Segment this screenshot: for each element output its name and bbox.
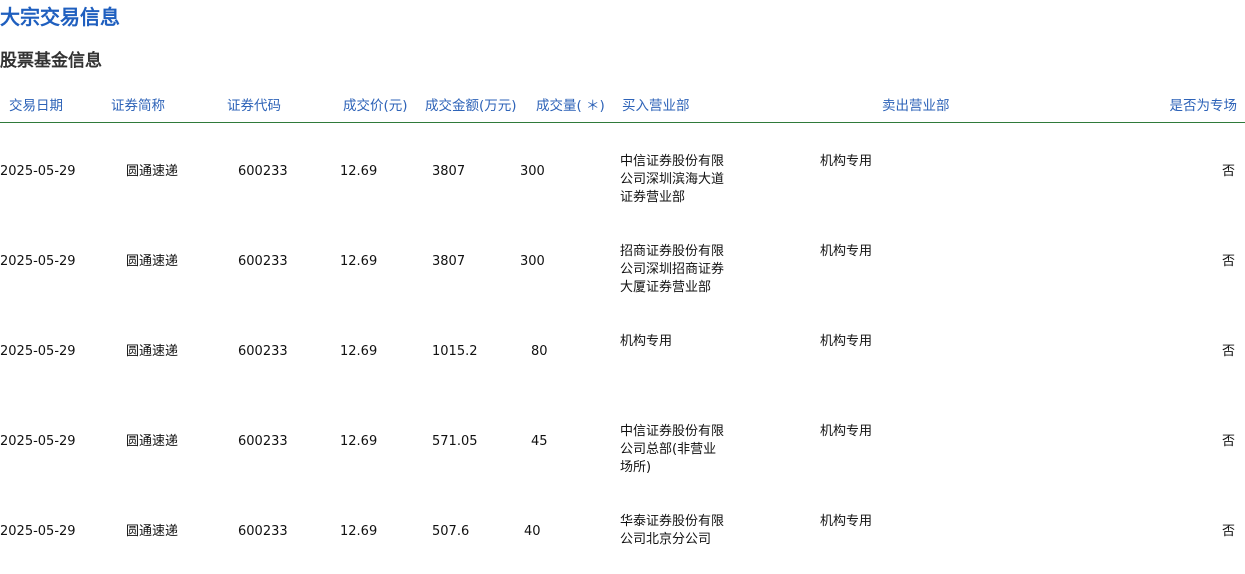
table-row: 2025-05-29 圆通速递 600233 12.69 507.6 40 华泰… xyxy=(0,492,1245,574)
cell-amount: 571.05 xyxy=(432,434,478,449)
header-volume[interactable]: 成交量( ＊) xyxy=(536,96,605,116)
cell-buyer: 招商证券股份有限公司深圳招商证券大厦证券营业部 xyxy=(620,244,725,295)
table-row: 2025-05-29 圆通速递 600233 12.69 3807 300 招商… xyxy=(0,222,1245,312)
cell-seller: 机构专用 xyxy=(820,424,873,439)
cell-special-session: 否 xyxy=(1221,164,1235,179)
cell-amount: 3807 xyxy=(432,164,466,179)
cell-security-name[interactable]: 圆通速递 xyxy=(126,523,178,541)
cell-price: 12.69 xyxy=(340,164,378,179)
cell-security-name[interactable]: 圆通速递 xyxy=(126,163,178,181)
cell-seller: 机构专用 xyxy=(820,244,873,259)
block-trade-page: 大宗交易信息 股票基金信息 交易日期 证券简称 证券代码 成交价(元) 成交金额… xyxy=(0,0,1245,574)
header-price[interactable]: 成交价(元) xyxy=(343,96,408,116)
cell-seller: 机构专用 xyxy=(820,514,873,529)
cell-security-code[interactable]: 600233 xyxy=(238,163,288,181)
section-title: 股票基金信息 xyxy=(0,51,102,71)
cell-buyer: 中信证券股份有限公司深圳滨海大道证券营业部 xyxy=(620,154,725,205)
cell-price: 12.69 xyxy=(340,524,378,539)
cell-security-code[interactable]: 600233 xyxy=(238,253,288,271)
header-buyer[interactable]: 买入营业部 xyxy=(622,96,690,116)
header-seller[interactable]: 卖出营业部 xyxy=(882,96,950,116)
page-title: 大宗交易信息 xyxy=(0,5,120,29)
cell-buyer: 机构专用 xyxy=(620,334,673,349)
cell-special-session: 否 xyxy=(1221,254,1235,269)
cell-trade-date: 2025-05-29 xyxy=(0,434,76,449)
cell-security-name[interactable]: 圆通速递 xyxy=(126,433,178,451)
cell-trade-date: 2025-05-29 xyxy=(0,344,76,359)
cell-amount: 3807 xyxy=(432,254,466,269)
cell-price: 12.69 xyxy=(340,254,378,269)
cell-trade-date: 2025-05-29 xyxy=(0,254,76,269)
cell-price: 12.69 xyxy=(340,434,378,449)
cell-volume: 80 xyxy=(531,344,548,359)
cell-security-name[interactable]: 圆通速递 xyxy=(126,253,178,271)
header-security-code[interactable]: 证券代码 xyxy=(227,96,281,116)
header-divider xyxy=(0,122,1245,123)
cell-amount: 507.6 xyxy=(432,524,470,539)
header-trade-date[interactable]: 交易日期 xyxy=(9,96,63,116)
cell-buyer: 中信证券股份有限公司总部(非营业场所) xyxy=(620,424,725,475)
cell-special-session: 否 xyxy=(1221,434,1235,449)
header-amount[interactable]: 成交金额(万元) xyxy=(425,96,517,116)
header-security-name[interactable]: 证券简称 xyxy=(111,96,165,116)
header-special-session[interactable]: 是否为专场 xyxy=(1170,96,1238,116)
cell-special-session: 否 xyxy=(1221,524,1235,539)
cell-trade-date: 2025-05-29 xyxy=(0,164,76,179)
cell-seller: 机构专用 xyxy=(820,334,873,349)
cell-security-code[interactable]: 600233 xyxy=(238,433,288,451)
cell-security-code[interactable]: 600233 xyxy=(238,343,288,361)
cell-trade-date: 2025-05-29 xyxy=(0,524,76,539)
cell-volume: 300 xyxy=(520,164,545,179)
cell-amount: 1015.2 xyxy=(432,344,478,359)
table-header: 交易日期 证券简称 证券代码 成交价(元) 成交金额(万元) 成交量( ＊) 买… xyxy=(0,96,1245,120)
cell-seller: 机构专用 xyxy=(820,154,873,169)
cell-volume: 40 xyxy=(524,524,541,539)
table-row: 2025-05-29 圆通速递 600233 12.69 3807 300 中信… xyxy=(0,132,1245,222)
cell-buyer: 华泰证券股份有限公司北京分公司 xyxy=(620,514,725,547)
cell-special-session: 否 xyxy=(1221,344,1235,359)
cell-security-name[interactable]: 圆通速递 xyxy=(126,343,178,361)
table-row: 2025-05-29 圆通速递 600233 12.69 1015.2 80 机… xyxy=(0,312,1245,402)
table-row: 2025-05-29 圆通速递 600233 12.69 571.05 45 中… xyxy=(0,402,1245,492)
cell-price: 12.69 xyxy=(340,344,378,359)
cell-security-code[interactable]: 600233 xyxy=(238,523,288,541)
cell-volume: 300 xyxy=(520,254,545,269)
cell-volume: 45 xyxy=(531,434,548,449)
